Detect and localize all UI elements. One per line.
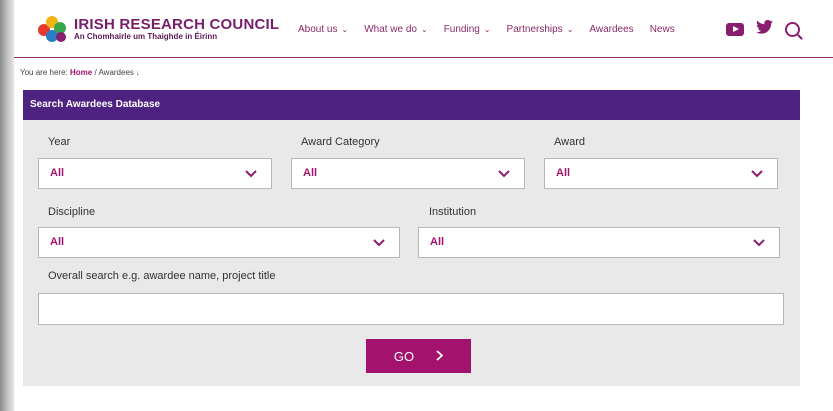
chevron-down-icon: ⌄ xyxy=(566,25,574,34)
go-button-label: GO xyxy=(393,348,415,364)
chevron-down-icon: ⌄ xyxy=(421,25,428,34)
nav-item-label: Funding xyxy=(443,24,480,35)
breadcrumb-home-link[interactable]: Home xyxy=(70,68,92,77)
social-links xyxy=(726,19,800,38)
panel-heading: Search Awardees Database xyxy=(23,90,800,120)
nav-item-label: About us xyxy=(298,24,338,35)
nav-item-label: News xyxy=(649,24,675,35)
nav-item-what-we-do[interactable]: What we do ⌄ xyxy=(364,24,428,35)
chevron-down-icon: ⌄ xyxy=(341,25,349,34)
youtube-icon[interactable] xyxy=(726,22,744,36)
breadcrumb: You are here: Home / Awardees ↓ xyxy=(20,68,140,77)
window-frame-edge xyxy=(0,0,14,411)
brand-subtitle: An Chomhairle um Thaighde in Éirinn xyxy=(74,32,218,41)
chevron-down-icon xyxy=(498,170,510,178)
discipline-label: Discipline xyxy=(48,206,96,218)
award-label: Award xyxy=(554,136,585,148)
year-label: Year xyxy=(48,136,71,148)
main-nav: About us ⌄ What we do ⌄ Funding ⌄ Partne… xyxy=(298,24,691,35)
nav-item-partnerships[interactable]: Partnerships ⌄ xyxy=(507,24,574,35)
discipline-select[interactable]: All xyxy=(38,227,400,258)
year-value: All xyxy=(50,167,65,179)
nav-item-label: Partnerships xyxy=(506,24,563,35)
breadcrumb-prefix: You are here: xyxy=(20,68,68,77)
award-category-value: All xyxy=(303,167,318,179)
award-value: All xyxy=(556,167,571,179)
chevron-down-icon: ⌄ xyxy=(483,25,491,34)
nav-item-news[interactable]: News xyxy=(650,24,675,35)
award-category-label: Award Category xyxy=(301,136,380,148)
breadcrumb-current: Awardees xyxy=(98,68,134,77)
twitter-icon[interactable] xyxy=(756,19,773,38)
breadcrumb-separator: / xyxy=(94,68,97,77)
institution-label: Institution xyxy=(429,206,477,218)
logo-mark-icon xyxy=(36,14,70,44)
chevron-down-icon xyxy=(753,239,765,247)
chevron-right-icon xyxy=(436,348,444,364)
chevron-down-icon xyxy=(751,170,763,178)
nav-item-about-us[interactable]: About us ⌄ xyxy=(298,24,348,35)
brand-name: IRISH RESEARCH COUNCIL xyxy=(74,16,280,33)
page: IRISH RESEARCH COUNCIL An Chomhairle um … xyxy=(14,0,833,411)
search-icon[interactable] xyxy=(785,21,800,37)
award-select[interactable]: All xyxy=(544,158,778,189)
site-header: IRISH RESEARCH COUNCIL An Chomhairle um … xyxy=(14,0,833,58)
institution-value: All xyxy=(430,236,445,248)
overall-search-label: Overall search e.g. awardee name, projec… xyxy=(48,270,276,282)
site-logo[interactable]: IRISH RESEARCH COUNCIL An Chomhairle um … xyxy=(36,14,279,44)
chevron-down-icon xyxy=(373,239,385,247)
nav-item-awardees[interactable]: Awardees xyxy=(589,24,633,35)
nav-item-label: What we do xyxy=(364,24,417,35)
discipline-value: All xyxy=(50,236,65,248)
institution-select[interactable]: All xyxy=(418,227,780,258)
award-category-select[interactable]: All xyxy=(291,158,525,189)
nav-item-label: Awardees xyxy=(589,24,634,35)
year-select[interactable]: All xyxy=(38,158,272,189)
chevron-down-icon xyxy=(245,170,257,178)
overall-search-input[interactable] xyxy=(38,293,784,325)
search-awardees-panel: Search Awardees Database Year All Award … xyxy=(23,90,800,386)
go-button[interactable]: GO xyxy=(366,339,471,373)
nav-item-funding[interactable]: Funding ⌄ xyxy=(444,24,491,35)
chevron-down-icon[interactable]: ↓ xyxy=(136,70,140,77)
